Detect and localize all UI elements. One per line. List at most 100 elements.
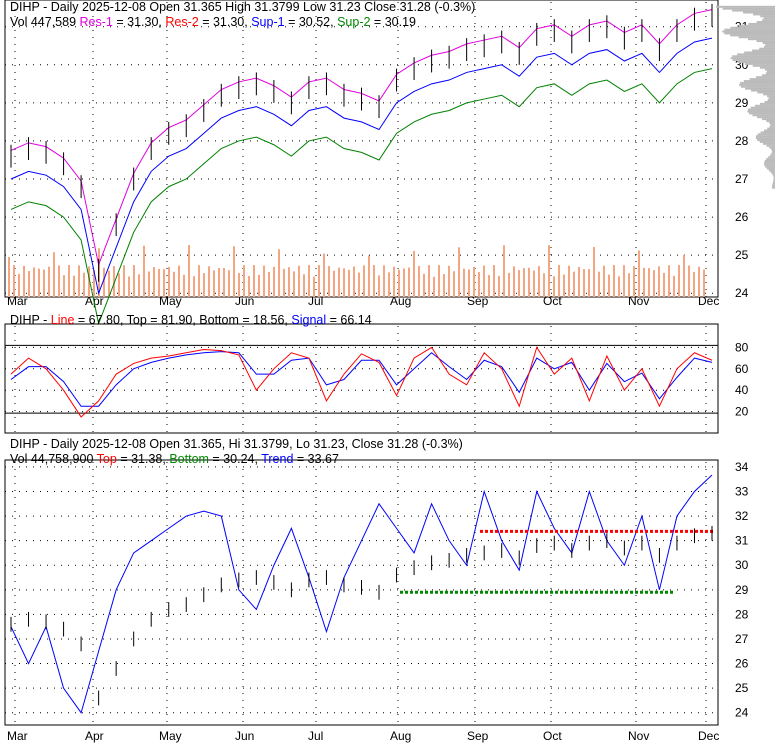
- volume-profile-bar: [764, 129, 775, 132]
- volume-profile-bar: [748, 112, 775, 115]
- volume-bar: [183, 274, 185, 297]
- volume-profile-bar: [732, 9, 775, 12]
- volume-bar: [18, 273, 20, 297]
- top-label: Top: [96, 452, 117, 466]
- y-tick-label: 32: [735, 509, 749, 523]
- volume-bar: [618, 276, 620, 297]
- volume-bar: [288, 267, 290, 297]
- volume-profile-bar: [773, 175, 775, 178]
- volume-bar: [433, 276, 435, 297]
- volume-bar: [423, 273, 425, 297]
- volume-bar: [363, 265, 365, 297]
- volume-bar: [43, 269, 45, 297]
- volume-bar: [533, 270, 535, 297]
- volume-profile-bar: [772, 182, 775, 185]
- volume-bar: [648, 268, 650, 297]
- volume-profile-bar: [762, 41, 775, 44]
- volume-bar: [638, 250, 640, 297]
- volume-profile-bar: [770, 171, 775, 174]
- volume-bar: [643, 267, 645, 297]
- volume-bar: [578, 267, 580, 297]
- panel3-title: DIHP - Daily 2025-12-08 Open 31.365, Hi …: [10, 437, 463, 451]
- volume-bar: [588, 269, 590, 297]
- volume-bar: [178, 265, 180, 297]
- volume-profile-bar: [763, 17, 775, 20]
- x-tick-label: Jul: [308, 729, 323, 743]
- volume-bar: [278, 249, 280, 297]
- volume-profile-bar: [743, 11, 775, 14]
- y-tick-label: 24: [735, 286, 749, 300]
- bottom-label: Bottom: [169, 452, 209, 466]
- volume-bar: [698, 266, 700, 297]
- chart-canvas: 2425262728293031204060802425262728293031…: [4, 0, 775, 743]
- volume-profile-bar: [773, 180, 775, 183]
- volume-profile-bar: [767, 95, 775, 98]
- volume-bar: [208, 266, 210, 297]
- res1-value: = 31.30,: [116, 15, 162, 29]
- volume-bar: [633, 266, 635, 297]
- volume-bar: [53, 252, 55, 297]
- volume-profile-bar: [715, 5, 775, 8]
- volume-bar: [383, 265, 385, 297]
- volume-bar: [313, 276, 315, 297]
- volume-bar: [298, 265, 300, 297]
- x-tick-label: Dec: [698, 294, 719, 308]
- volume-profile-bar: [748, 108, 775, 111]
- volume-bar: [688, 265, 690, 297]
- volume-bar: [678, 265, 680, 297]
- volume-profile-bar: [738, 36, 775, 39]
- volume-profile-bar: [730, 57, 775, 60]
- sup1-line: [10, 37, 713, 295]
- volume-profile-bar: [730, 34, 775, 37]
- signal-value: = 66.14: [329, 313, 372, 327]
- y-tick-label: 27: [735, 632, 749, 646]
- volume-profile-bar: [770, 154, 775, 157]
- x-tick-label: Jun: [235, 729, 254, 743]
- volume-bar: [68, 265, 70, 297]
- panel3-legend: Vol 44,758,900 Top = 31.38, Bottom = 30.…: [10, 452, 463, 467]
- x-tick-label: Aug: [390, 729, 411, 743]
- volume-bar: [308, 265, 310, 297]
- volume-bar: [48, 266, 50, 297]
- volume-bar: [318, 265, 320, 297]
- volume-profile-bar: [766, 120, 775, 122]
- volume-profile-bar: [771, 186, 775, 189]
- volume-bar: [338, 267, 340, 297]
- volume-profile-bar: [724, 28, 775, 31]
- volume-profile-bar: [764, 159, 775, 162]
- line-label: Line: [50, 313, 75, 327]
- res1-label: Res-1: [79, 15, 113, 29]
- volume-profile-bar: [770, 123, 775, 126]
- volume-profile-bar: [757, 91, 775, 94]
- y-tick-label: 28: [735, 134, 749, 148]
- volume-bar: [33, 267, 35, 297]
- x-tick-label: Nov: [628, 729, 649, 743]
- volume-bar: [328, 266, 330, 297]
- line-value: = 67.80,: [77, 313, 124, 327]
- volume-bar: [513, 266, 515, 297]
- volume-bar: [573, 271, 575, 297]
- volume-profile-bar: [771, 148, 775, 151]
- y-tick-label: 28: [735, 607, 749, 621]
- volume-bar: [608, 274, 610, 297]
- signal-label: Signal: [291, 313, 327, 327]
- volume-profile-bar: [769, 121, 775, 124]
- volume-profile-bar: [773, 177, 775, 180]
- volume-profile-bar: [767, 127, 775, 130]
- y-tick-label: 30: [735, 558, 749, 572]
- volume-bar: [333, 270, 335, 297]
- volume-profile-bar: [751, 89, 775, 92]
- panel2-ticker: DIHP -: [10, 313, 48, 327]
- volume-profile-bar: [756, 21, 775, 24]
- volume-profile-bar: [764, 100, 775, 103]
- volume-bar: [233, 246, 235, 297]
- volume-bar: [108, 270, 110, 297]
- volume-bar: [173, 271, 175, 297]
- volume-bar: [488, 275, 490, 297]
- volume-bar: [628, 273, 630, 297]
- volume-bar: [378, 275, 380, 297]
- volume-bar: [398, 269, 400, 297]
- sup1-value: = 30.52,: [288, 15, 334, 29]
- volume-profile-bar: [757, 116, 775, 119]
- volume-profile-bar: [744, 62, 775, 65]
